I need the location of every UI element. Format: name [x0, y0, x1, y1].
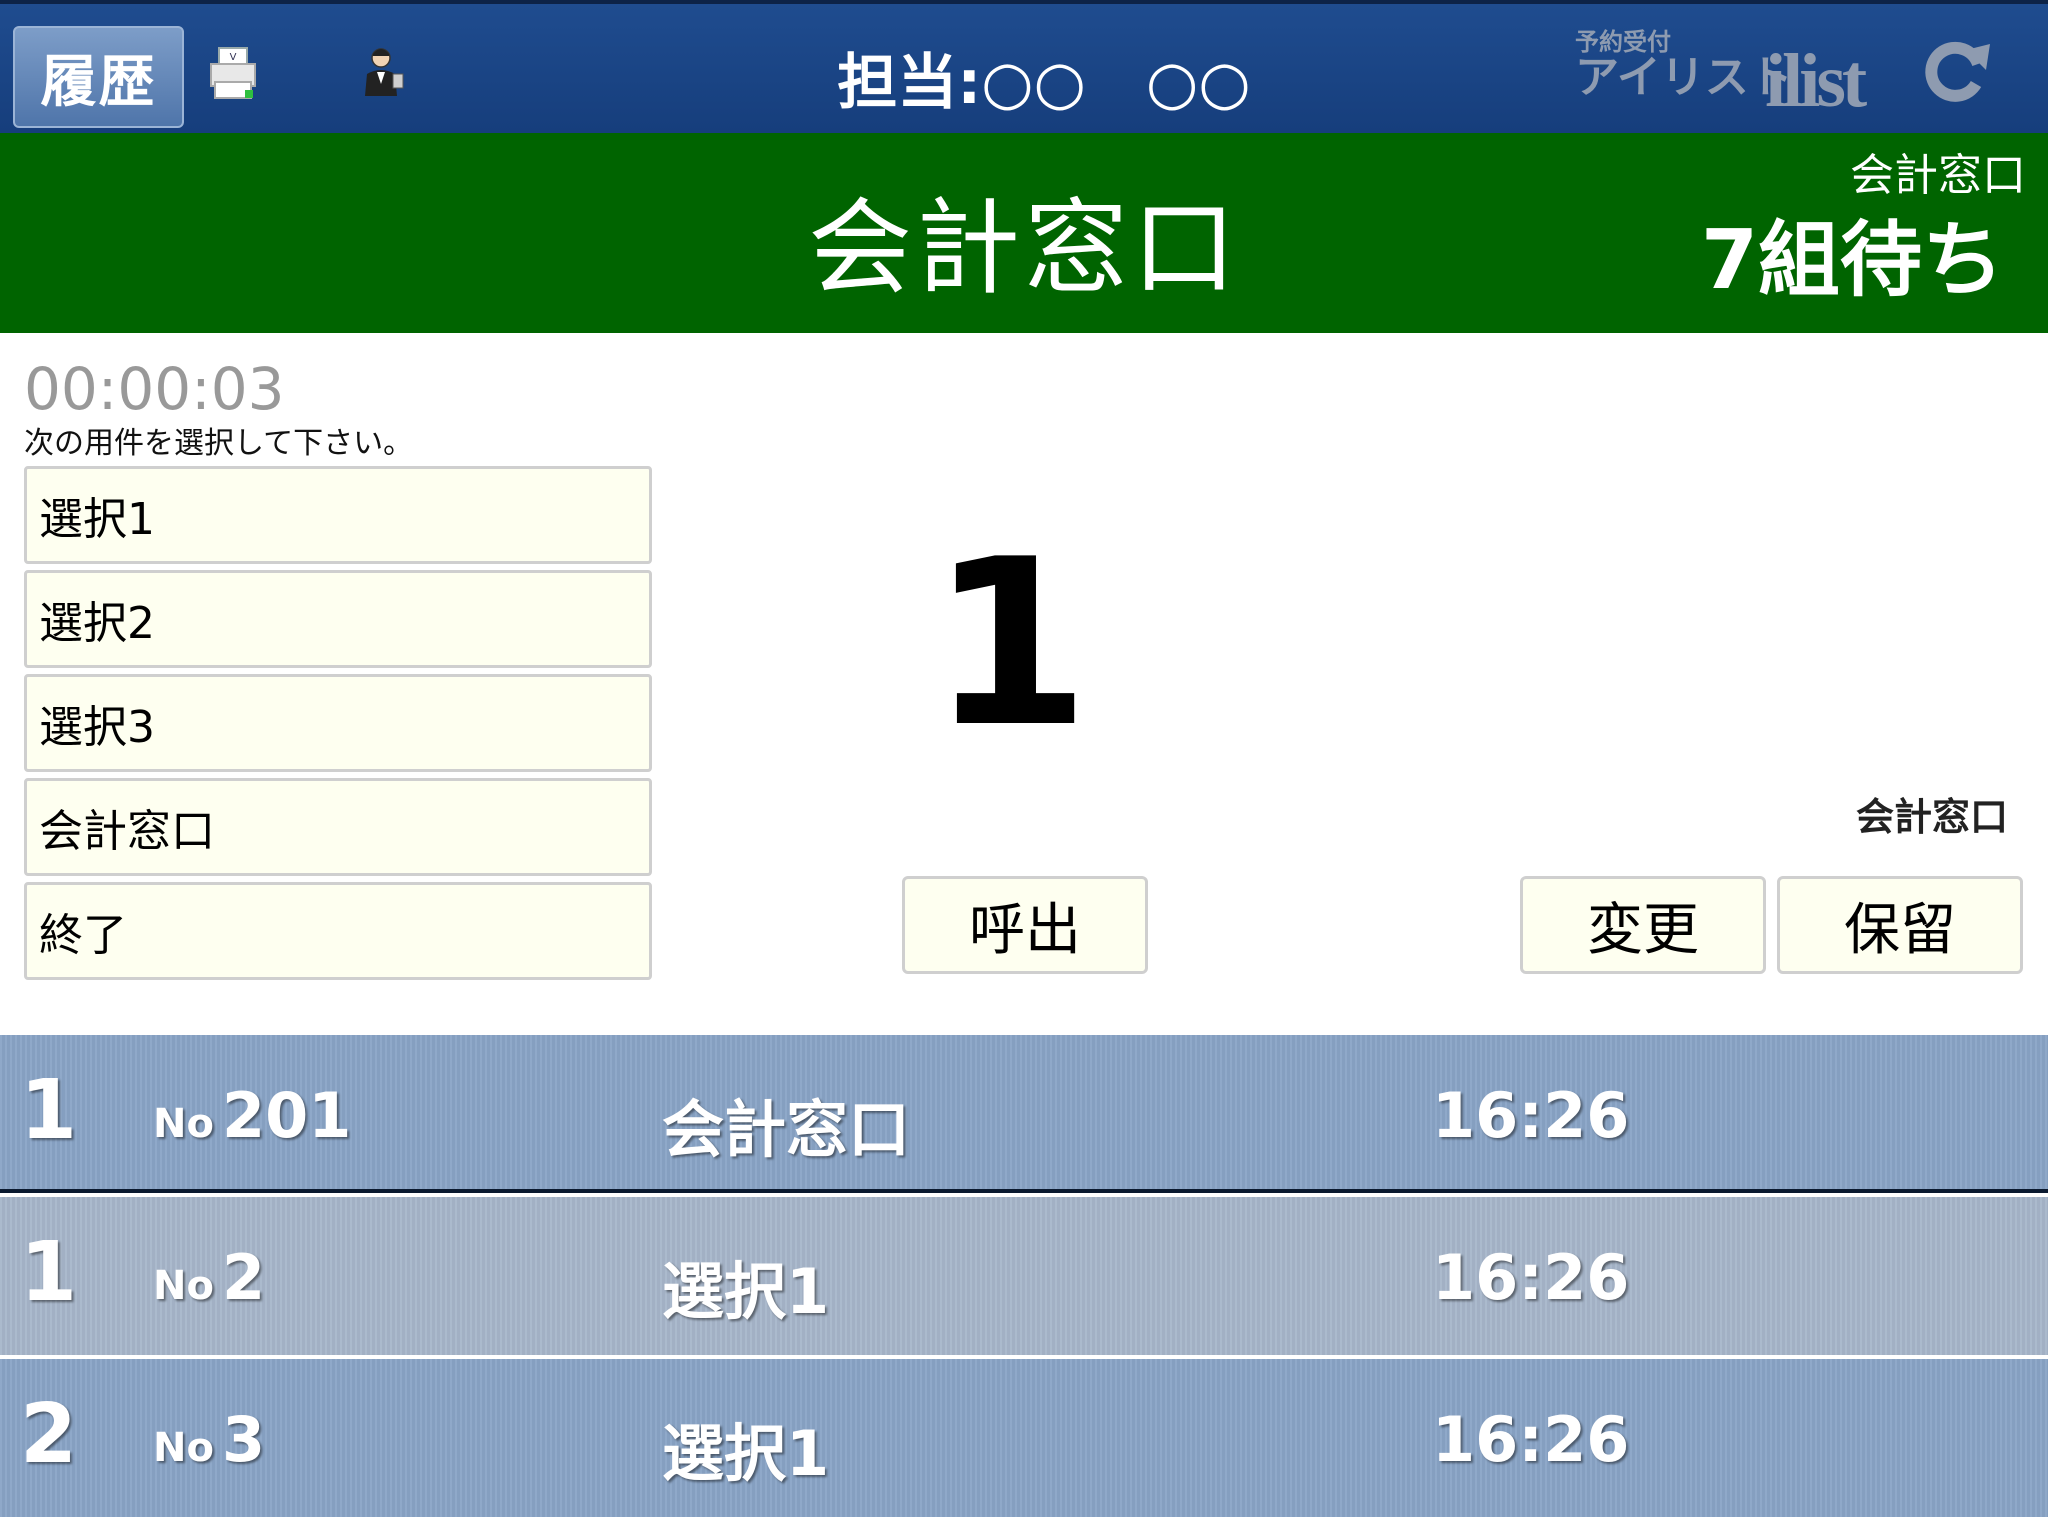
current-ticket-number: 1 — [929, 511, 1091, 778]
refresh-icon[interactable] — [1920, 34, 1992, 106]
elapsed-timer: 00:00:03 — [24, 355, 285, 423]
queue-time: 16:26 — [1432, 1241, 1630, 1314]
choice-button-1[interactable]: 選択1 — [24, 466, 652, 564]
queue-ticket-number: 201 — [222, 1079, 352, 1152]
queue-ticket-number: 3 — [222, 1403, 266, 1476]
current-counter-label: 会計窓口 — [1855, 795, 2008, 839]
choice-list: 選択1 選択2 選択3 会計窓口 終了 — [24, 466, 652, 986]
queue-position: 1 — [20, 1225, 78, 1320]
choice-button-3[interactable]: 選択3 — [24, 674, 652, 772]
hold-button[interactable]: 保留 — [1777, 876, 2023, 974]
waiting-count: 7組待ち — [1700, 213, 2004, 308]
queue-row[interactable]: 1 No 201 会計窓口 16:26 — [0, 1035, 2048, 1193]
counter-banner: 会計窓口 会計窓口 7組待ち — [0, 133, 2048, 333]
queue-service-name: 選択1 — [662, 1417, 830, 1490]
queue-no-label: No — [153, 1263, 214, 1309]
queue-position: 2 — [20, 1387, 78, 1482]
queue-service-name: 会計窓口 — [662, 1093, 911, 1166]
queue-row[interactable]: 1 No 2 選択1 16:26 — [0, 1197, 2048, 1355]
queue-list: 1 No 201 会計窓口 16:26 1 No 2 選択1 16:26 2 N… — [0, 1035, 2048, 1517]
queue-time: 16:26 — [1432, 1403, 1630, 1476]
finish-button[interactable]: 終了 — [24, 882, 652, 980]
queue-time: 16:26 — [1432, 1079, 1630, 1152]
change-button[interactable]: 変更 — [1520, 876, 1766, 974]
queue-position: 1 — [20, 1063, 78, 1158]
brand-logo: 予約受付 アイリスト ilist — [1575, 30, 1875, 123]
queue-ticket-number: 2 — [222, 1241, 266, 1314]
queue-service-name: 選択1 — [662, 1255, 830, 1328]
top-bar: 履歴 V 担当:○○ ○○ 予約受付 アイリスト ilist — [0, 0, 2048, 133]
queue-no-label: No — [153, 1101, 214, 1147]
brand-logo-text: ilist — [1765, 39, 1867, 123]
call-button[interactable]: 呼出 — [902, 876, 1148, 974]
choice-button-2[interactable]: 選択2 — [24, 570, 652, 668]
queue-row[interactable]: 2 No 3 選択1 16:26 — [0, 1359, 2048, 1517]
choice-button-accounting[interactable]: 会計窓口 — [24, 778, 652, 876]
queue-no-label: No — [153, 1425, 214, 1471]
instruction-text: 次の用件を選択して下さい。 — [24, 426, 414, 461]
